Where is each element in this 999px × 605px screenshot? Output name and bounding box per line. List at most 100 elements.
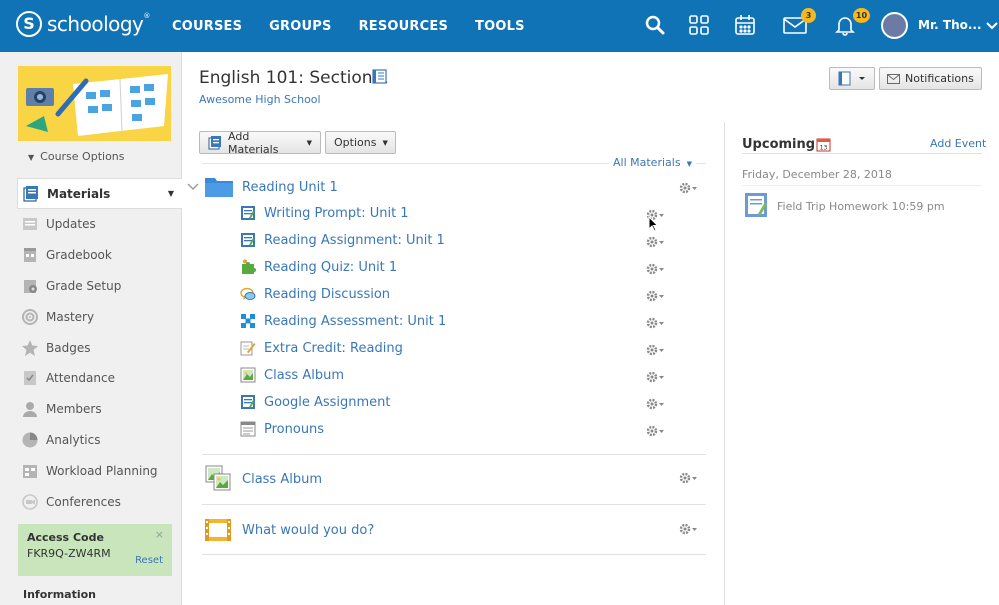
- nav-tools[interactable]: TOOLS: [475, 19, 525, 34]
- members-icon: [21, 400, 39, 418]
- gear-icon[interactable]: [679, 182, 699, 194]
- logo-text: schoology®: [47, 12, 150, 36]
- avatar[interactable]: [881, 12, 908, 39]
- folder-reading-unit-1[interactable]: Reading Unit 1: [187, 172, 706, 200]
- view-toggle-button[interactable]: [829, 67, 875, 90]
- quiz-icon: [240, 259, 256, 275]
- list-item[interactable]: Class Album: [240, 363, 706, 390]
- assignment-icon: [744, 192, 770, 221]
- chevron-down-icon[interactable]: [985, 20, 999, 34]
- nav-icons: 3 10 Mr. Tho...: [640, 0, 999, 52]
- divider: [742, 185, 982, 186]
- gear-icon[interactable]: [646, 425, 666, 437]
- sidebar-item-workload-planning[interactable]: Workload Planning: [17, 455, 182, 486]
- caret-down-icon[interactable]: ▼: [168, 189, 174, 198]
- media-album-icon: [204, 515, 232, 543]
- mail-count-badge: 3: [801, 8, 816, 23]
- top-navigation-bar: S schoology® COURSES GROUPS RESOURCES TO…: [0, 0, 999, 52]
- nav-courses[interactable]: COURSES: [172, 19, 242, 34]
- sidebar-item-mastery[interactable]: Mastery: [17, 301, 182, 332]
- mail-icon[interactable]: 3: [783, 8, 816, 38]
- list-item[interactable]: Class Album: [202, 458, 706, 498]
- course-profile-image[interactable]: [18, 66, 171, 141]
- mail-icon: [887, 73, 900, 84]
- gradebook-icon: [21, 246, 39, 264]
- options-button[interactable]: Options ▼: [325, 131, 396, 154]
- list-item[interactable]: Extra Credit: Reading: [240, 336, 706, 363]
- workload-icon: [21, 462, 39, 480]
- main-nav: COURSES GROUPS RESOURCES TOOLS: [172, 0, 552, 52]
- sidebar-item-gradebook[interactable]: Gradebook: [17, 240, 182, 271]
- add-materials-icon: [208, 135, 223, 150]
- folder-icon: [205, 175, 233, 200]
- close-icon[interactable]: ×: [155, 528, 164, 541]
- list-item[interactable]: Reading Discussion: [240, 282, 706, 309]
- materials-icon: [22, 185, 40, 203]
- course-sidebar: ▼ Course Options Materials ▼ Updates Grad…: [0, 52, 182, 605]
- school-link[interactable]: Awesome High School: [199, 93, 321, 106]
- nav-resources[interactable]: RESOURCES: [359, 19, 448, 34]
- list-item[interactable]: What would you do?: [202, 509, 706, 549]
- sidebar-item-materials[interactable]: Materials ▼: [17, 178, 182, 209]
- access-code-reset-link[interactable]: Reset: [135, 555, 163, 566]
- svg-text:13: 13: [820, 145, 828, 152]
- page-icon: [240, 421, 256, 437]
- add-event-link[interactable]: Add Event: [930, 137, 986, 150]
- album-icon: [240, 367, 256, 383]
- attendance-icon: [21, 369, 39, 387]
- list-item[interactable]: Pronouns: [240, 417, 706, 444]
- sidebar-item-conferences[interactable]: Conferences: [17, 486, 182, 517]
- chevron-down-icon[interactable]: [187, 180, 199, 194]
- schoology-logo[interactable]: S schoology®: [16, 11, 150, 37]
- gear-icon[interactable]: [646, 371, 666, 383]
- list-item[interactable]: Reading Assessment: Unit 1: [240, 309, 706, 336]
- divider: [202, 504, 706, 505]
- logo-mark-icon: S: [16, 11, 42, 37]
- upcoming-event-link[interactable]: Field Trip Homework 10:59 pm: [777, 200, 945, 213]
- course-options-link[interactable]: ▼ Course Options: [28, 150, 125, 163]
- calendar-icon[interactable]: [734, 14, 758, 38]
- course-info-icon[interactable]: [372, 69, 387, 87]
- mastery-icon: [21, 308, 39, 326]
- gear-icon[interactable]: [646, 290, 666, 302]
- sidebar-item-analytics[interactable]: Analytics: [17, 425, 182, 456]
- nav-groups[interactable]: GROUPS: [269, 19, 331, 34]
- list-item[interactable]: Writing Prompt: Unit 1: [240, 201, 706, 228]
- sidebar-item-badges[interactable]: Badges: [17, 332, 182, 363]
- sidebar-item-members[interactable]: Members: [17, 394, 182, 425]
- discussion-icon: [240, 286, 256, 302]
- add-materials-button[interactable]: Add Materials ▼: [199, 130, 321, 156]
- information-heading: Information: [23, 588, 96, 601]
- gear-icon[interactable]: [679, 523, 699, 535]
- all-materials-filter[interactable]: All Materials ▼: [609, 156, 696, 169]
- notification-count-badge: 10: [853, 8, 870, 23]
- access-code-title: Access Code: [27, 531, 104, 544]
- divider: [202, 554, 706, 555]
- badges-icon: [21, 339, 39, 357]
- sidebar-item-attendance[interactable]: Attendance: [17, 363, 182, 394]
- sidebar-item-grade-setup[interactable]: Grade Setup: [17, 271, 182, 302]
- main-content: English 101: Section 1 Awesome High Scho…: [182, 52, 999, 605]
- apps-grid-icon[interactable]: [688, 14, 712, 38]
- page-title: English 101: Section 1: [199, 68, 389, 88]
- list-item[interactable]: Google Assignment: [240, 390, 706, 417]
- gear-icon[interactable]: [646, 263, 666, 275]
- upcoming-date: Friday, December 28, 2018: [742, 168, 892, 181]
- gear-icon[interactable]: [679, 472, 699, 484]
- gear-icon[interactable]: [646, 317, 666, 329]
- column-divider: [724, 122, 725, 605]
- notifications-button[interactable]: Notifications: [879, 67, 982, 90]
- gear-icon[interactable]: [646, 236, 666, 248]
- conferences-icon: [21, 493, 39, 511]
- sidebar-item-updates[interactable]: Updates: [17, 209, 182, 240]
- search-icon[interactable]: [644, 14, 668, 38]
- gear-icon[interactable]: [646, 398, 666, 410]
- gear-icon[interactable]: [646, 344, 666, 356]
- list-item[interactable]: Reading Quiz: Unit 1: [240, 255, 706, 282]
- folder-title[interactable]: Reading Unit 1: [242, 180, 338, 195]
- bell-icon[interactable]: 10: [834, 8, 870, 38]
- access-code-panel: Access Code FKR9Q-ZW4RM Reset ×: [18, 524, 172, 576]
- album-icon: [204, 464, 232, 492]
- list-item[interactable]: Reading Assignment: Unit 1: [240, 228, 706, 255]
- user-name[interactable]: Mr. Tho...: [918, 18, 982, 32]
